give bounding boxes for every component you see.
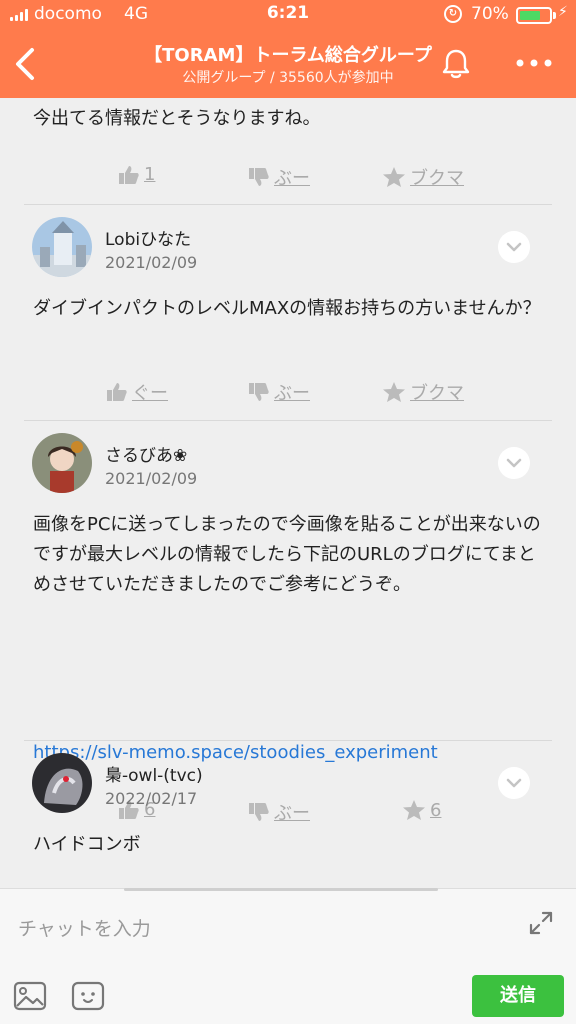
- post-text: ハイドコンボ: [33, 834, 141, 855]
- boo-label: ぶー: [274, 803, 310, 824]
- chevron-down-icon[interactable]: [498, 767, 530, 799]
- avatar[interactable]: [32, 753, 92, 813]
- like-label: ぐー: [132, 383, 168, 404]
- reaction-bar: ぐー ぶー ブクマ: [0, 371, 576, 411]
- username: さるびあ❀: [105, 446, 188, 466]
- like-button[interactable]: ぐー: [106, 379, 168, 405]
- post-date: 2022/02/17: [105, 789, 198, 808]
- divider: [24, 204, 552, 205]
- bookmark-button[interactable]: ブクマ: [382, 379, 464, 405]
- back-icon[interactable]: [8, 42, 42, 86]
- chevron-down-icon[interactable]: [498, 231, 530, 263]
- boo-button[interactable]: ぶー: [248, 799, 310, 825]
- group-subtitle: 公開グループ / 35560人が参加中: [182, 70, 394, 86]
- star-icon: [383, 167, 405, 187]
- like-button[interactable]: 1: [118, 164, 155, 185]
- reaction-bar: 1 ぶー ブクマ: [0, 156, 576, 196]
- battery-icon: [516, 7, 552, 24]
- more-options-icon[interactable]: [512, 50, 556, 76]
- message-feed[interactable]: 今出てる情報だとそうなりますね。 1 ぶー ブクマ Lobiひなた 2021/0…: [0, 98, 576, 888]
- status-bar: docomo 4G 6:21 ↻ 70% ⚡: [0, 0, 576, 30]
- chat-input[interactable]: チャットを入力: [18, 914, 151, 941]
- chevron-down-icon[interactable]: [498, 447, 530, 479]
- orientation-lock-icon: ↻: [444, 5, 462, 23]
- post-text: 今出てる情報だとそうなりますね。: [33, 108, 321, 129]
- bookmark-button[interactable]: ブクマ: [382, 164, 464, 190]
- divider: [24, 420, 552, 421]
- battery-percent: 70%: [471, 4, 509, 24]
- image-icon[interactable]: [12, 978, 48, 1014]
- thumbs-down-icon: [249, 803, 269, 821]
- username: Lobiひなた: [105, 230, 192, 250]
- boo-label: ぶー: [274, 383, 310, 404]
- thumbs-down-icon: [249, 168, 269, 186]
- header-bar: docomo 4G 6:21 ↻ 70% ⚡ 【TORAM】トーラム総合グループ…: [0, 0, 576, 98]
- bookmark-label: ブクマ: [410, 383, 464, 404]
- star-icon: [403, 800, 425, 820]
- sticker-icon[interactable]: [70, 978, 106, 1014]
- group-title: 【TORAM】トーラム総合グループ: [144, 45, 432, 66]
- like-count: 1: [144, 164, 156, 185]
- bookmark-label: ブクマ: [410, 168, 464, 189]
- post-text: 画像をPCに送ってしまったので今画像を貼ることが出来ないのですが最大レベルの情報…: [33, 514, 541, 595]
- scroll-handle[interactable]: [124, 888, 438, 891]
- boo-button[interactable]: ぶー: [248, 379, 310, 405]
- boo-button[interactable]: ぶー: [248, 164, 310, 190]
- thumbs-down-icon: [249, 383, 269, 401]
- username: 梟-owl-(tvc): [105, 766, 203, 786]
- post-date: 2021/02/09: [105, 469, 198, 488]
- bookmark-count: 6: [430, 799, 442, 821]
- bell-icon[interactable]: [436, 44, 476, 84]
- divider: [24, 740, 552, 741]
- expand-icon[interactable]: [526, 908, 556, 938]
- avatar[interactable]: [32, 217, 92, 277]
- boo-label: ぶー: [274, 168, 310, 189]
- bookmark-button[interactable]: 6: [402, 799, 441, 821]
- battery-tip: [553, 12, 556, 19]
- avatar[interactable]: [32, 433, 92, 493]
- thumbs-up-icon: [119, 165, 139, 184]
- charging-icon: ⚡: [558, 4, 568, 20]
- post-text: ダイブインパクトのレベルMAXの情報お持ちの方いませんか？: [33, 298, 541, 319]
- star-icon: [383, 382, 405, 402]
- thumbs-up-icon: [107, 383, 127, 401]
- post-date: 2021/02/09: [105, 253, 198, 272]
- send-button[interactable]: 送信: [472, 975, 564, 1017]
